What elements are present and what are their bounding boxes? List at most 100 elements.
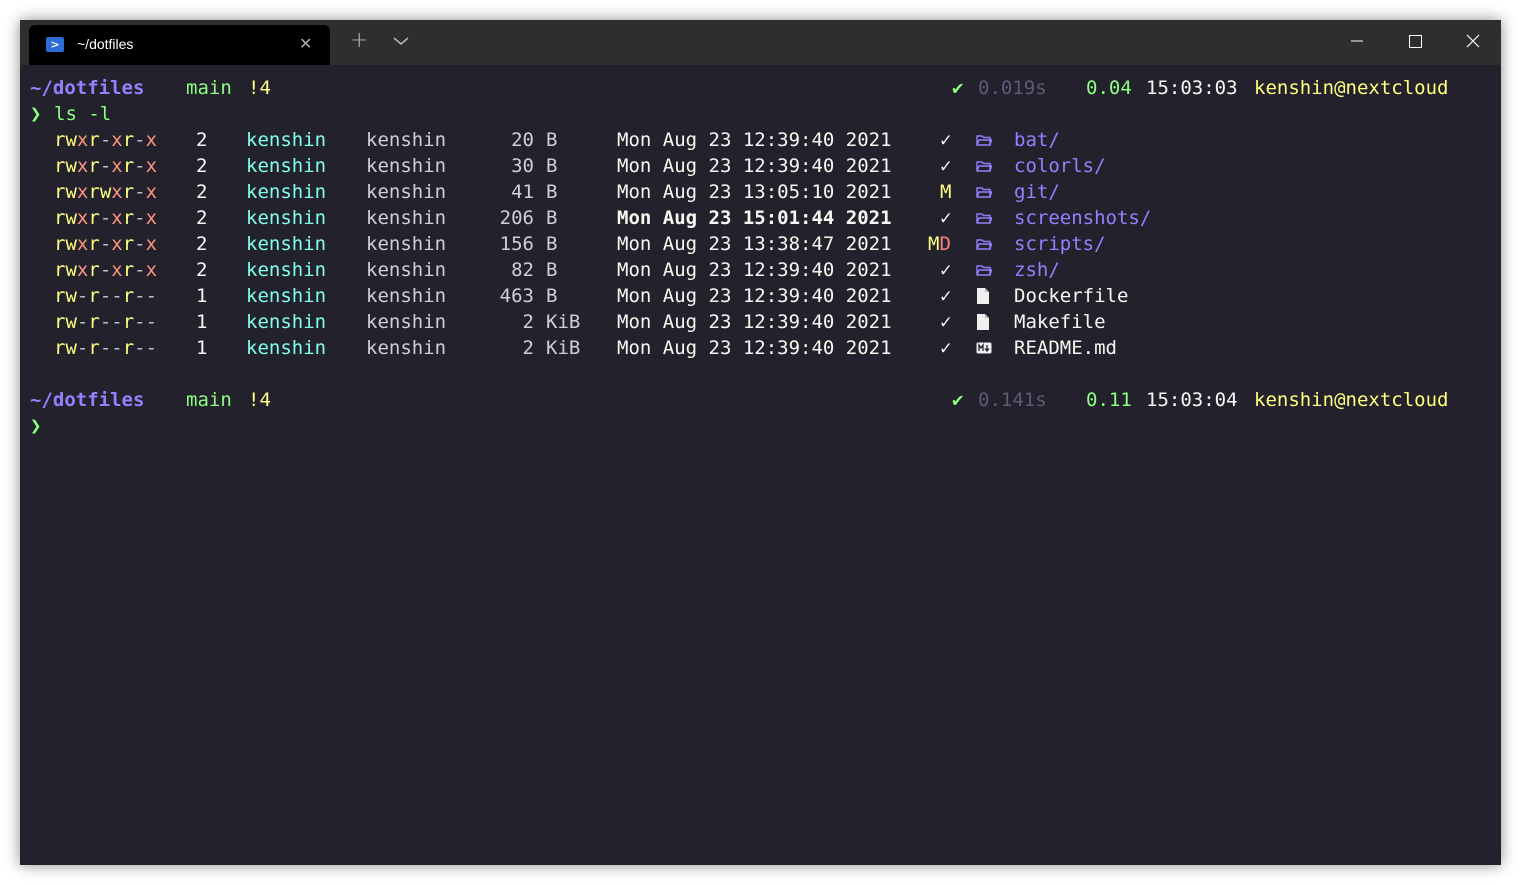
close-tab-icon[interactable]: ✕ — [299, 34, 312, 53]
permission-char: r — [54, 311, 66, 333]
chevron-down-icon[interactable] — [392, 35, 410, 47]
prompt-path: ~/dotfiles — [30, 389, 145, 411]
git-status-indicator: ✓ — [940, 285, 952, 307]
maximize-button[interactable] — [1386, 20, 1444, 62]
permission-char: x — [76, 207, 89, 229]
permission-char: r — [88, 207, 100, 229]
folder-icon — [976, 231, 993, 259]
folder-icon — [976, 127, 993, 155]
git-status-indicator: ✓ — [940, 155, 952, 177]
success-check-icon: ✔ — [952, 77, 964, 99]
file-group: kenshin — [366, 285, 447, 307]
permission-char: - — [76, 285, 89, 307]
minimize-button[interactable] — [1328, 20, 1386, 62]
terminal-output[interactable]: ~/dotfiles main !4 ✔ 0.019s 0.04 15:03:0… — [30, 74, 1490, 854]
file-size: 2 — [522, 337, 534, 359]
file-date: Mon Aug 23 13:05:10 2021 — [617, 181, 892, 203]
permission-char: w — [65, 207, 77, 229]
file-group: kenshin — [366, 155, 447, 177]
file-date: Mon Aug 23 12:39:40 2021 — [617, 259, 892, 281]
directory-name[interactable]: git/ — [1014, 179, 1060, 205]
input-line[interactable]: ❯ — [30, 413, 99, 439]
permission-char: r — [88, 155, 100, 177]
file-name[interactable]: Makefile — [1014, 309, 1106, 335]
permission-char: r — [88, 311, 100, 333]
file-name[interactable]: Dockerfile — [1014, 283, 1128, 309]
permission-char: x — [76, 181, 89, 203]
file-group: kenshin — [366, 181, 447, 203]
git-status-indicator: M — [940, 181, 952, 203]
permission-char: w — [65, 181, 77, 203]
file-permissions: rwxr-xr-x — [54, 257, 157, 283]
file-date: Mon Aug 23 12:39:40 2021 — [617, 129, 892, 151]
file-group: kenshin — [366, 129, 447, 151]
permission-char: r — [122, 207, 135, 229]
file-name[interactable]: README.md — [1014, 335, 1117, 361]
file-size-unit: B — [546, 259, 558, 281]
permission-char: r — [88, 259, 100, 281]
permission-char: x — [145, 129, 158, 151]
directory-name[interactable]: zsh/ — [1014, 257, 1060, 283]
file-permissions: rwxr-xr-x — [54, 231, 157, 257]
file-size-unit: B — [546, 233, 558, 255]
tab-dotfiles[interactable]: > ~/dotfiles ✕ — [29, 25, 330, 65]
prompt-chevron-icon: ❯ — [30, 103, 42, 125]
new-tab-button[interactable]: + — [350, 29, 368, 53]
file-owner: kenshin — [246, 285, 327, 307]
file-owner: kenshin — [246, 311, 327, 333]
git-status: !4 — [248, 389, 271, 411]
link-count: 2 — [196, 155, 208, 177]
folder-icon — [976, 179, 993, 207]
file-size: 30 — [511, 155, 534, 177]
close-window-button[interactable] — [1444, 20, 1501, 62]
directory-name[interactable]: screenshots/ — [1014, 205, 1151, 231]
prompt-chevron-icon: ❯ — [30, 415, 42, 437]
permission-char: - — [111, 311, 123, 333]
permission-char: - — [134, 285, 146, 307]
file-size-unit: B — [546, 129, 558, 151]
file-date: Mon Aug 23 12:39:40 2021 — [617, 311, 892, 333]
tab-title: ~/dotfiles — [77, 36, 134, 52]
directory-name[interactable]: colorls/ — [1014, 153, 1106, 179]
prompt-user-host: kenshin@nextcloud — [1254, 389, 1449, 411]
directory-name[interactable]: scripts/ — [1014, 231, 1106, 257]
permission-char: r — [88, 337, 100, 359]
permission-char: w — [65, 233, 77, 255]
file-size: 156 — [499, 233, 534, 255]
permission-char: x — [76, 233, 89, 255]
git-branch: main — [186, 77, 232, 99]
permission-char: x — [111, 181, 123, 203]
permission-char: r — [54, 207, 66, 229]
file-size-unit: B — [546, 181, 558, 203]
link-count: 2 — [196, 207, 208, 229]
file-date: Mon Aug 23 13:38:47 2021 — [617, 233, 892, 255]
permission-char: x — [111, 259, 123, 281]
permission-char: x — [145, 181, 158, 203]
permission-char: r — [88, 233, 100, 255]
prompt-time: 15:03:04 — [1146, 389, 1238, 411]
permission-char: r — [54, 285, 66, 307]
permission-char: x — [111, 233, 123, 255]
git-status-indicator: MD — [928, 233, 951, 255]
permission-char: w — [65, 259, 77, 281]
file-permissions: rwxrwxr-x — [54, 179, 157, 205]
system-load: 0.11 — [1086, 389, 1132, 411]
permission-char: - — [99, 233, 112, 255]
permission-char: x — [111, 155, 123, 177]
permission-char: - — [99, 155, 112, 177]
file-size-unit: B — [546, 207, 558, 229]
file-size: 20 — [511, 129, 534, 151]
permission-char: x — [76, 259, 89, 281]
file-group: kenshin — [366, 259, 447, 281]
prompt-user-host: kenshin@nextcloud — [1254, 77, 1449, 99]
permission-char: r — [122, 233, 135, 255]
git-branch: main — [186, 389, 232, 411]
permission-char: - — [145, 285, 158, 307]
directory-name[interactable]: bat/ — [1014, 127, 1060, 153]
permission-char: - — [99, 207, 112, 229]
link-count: 2 — [196, 129, 208, 151]
title-bar: > ~/dotfiles ✕ + — [20, 20, 1501, 65]
file-permissions: rw-r--r-- — [54, 309, 157, 335]
permission-char: w — [65, 129, 77, 151]
link-count: 2 — [196, 181, 208, 203]
